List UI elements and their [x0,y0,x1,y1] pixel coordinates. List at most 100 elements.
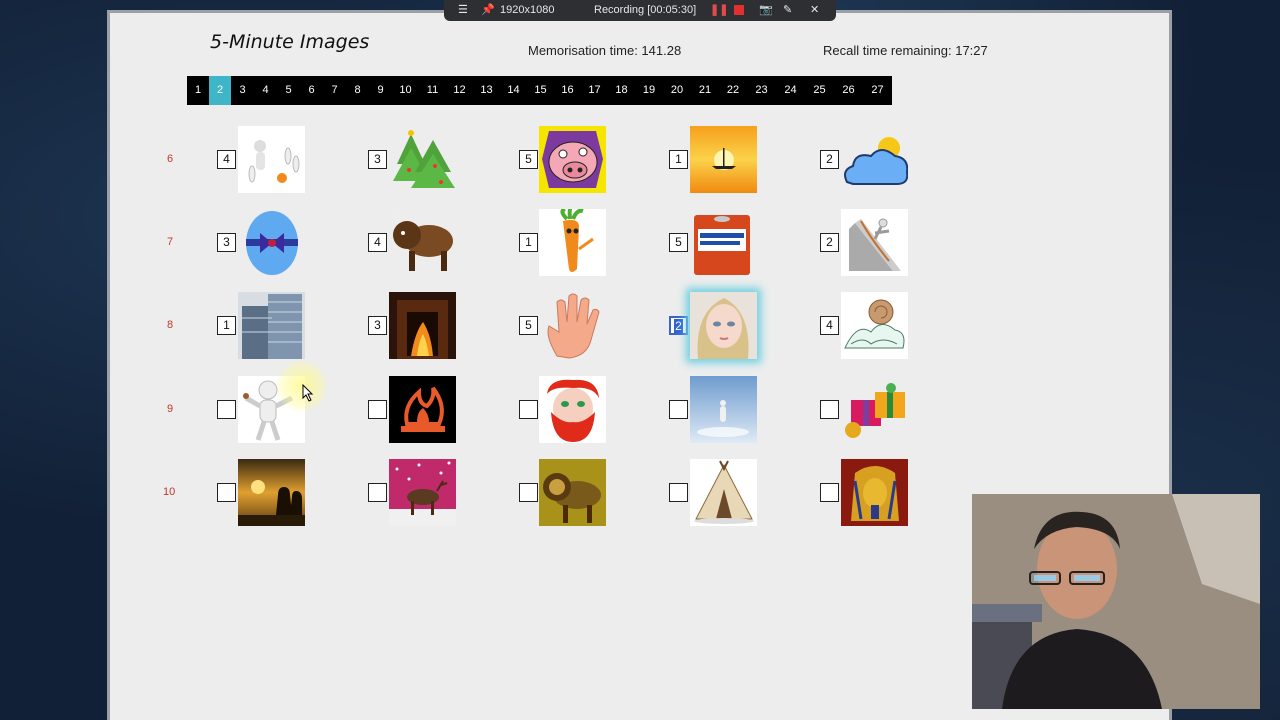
page-tab-13[interactable]: 13 [473,76,500,105]
page-tab-20[interactable]: 20 [663,76,691,105]
page-tab-26[interactable]: 26 [834,76,863,105]
easter-egg-icon[interactable] [238,209,305,276]
page-tab-23[interactable]: 23 [747,76,776,105]
order-input[interactable]: 4 [368,233,387,252]
figure-ramp-icon[interactable] [841,209,908,276]
page-tab-22[interactable]: 22 [719,76,747,105]
page-tab-17[interactable]: 17 [581,76,608,105]
page-tab-25[interactable]: 25 [805,76,834,105]
page-tab-9[interactable]: 9 [369,76,392,105]
page-tab-27[interactable]: 27 [863,76,892,105]
close-icon[interactable]: ✕ [810,0,819,21]
page-tab-7[interactable]: 7 [323,76,346,105]
page-tab-6[interactable]: 6 [300,76,323,105]
order-input-value: 5 [675,235,682,249]
webcam-overlay [972,494,1260,709]
recording-toolbar: ☰ 📌 1920x1080 Recording [00:05:30] ❚❚ 📷 … [444,0,836,21]
pharaoh-mask-icon[interactable] [841,459,908,526]
row-label: 7 [167,236,174,248]
order-input[interactable]: 2 [669,316,688,335]
motor-oil-can-icon[interactable] [690,209,757,276]
page-tab-21[interactable]: 21 [691,76,719,105]
christmas-tree-icon[interactable] [389,126,456,193]
mouse-cursor-icon [302,384,314,402]
order-input[interactable] [820,400,839,419]
order-input[interactable] [820,483,839,502]
bison-icon[interactable] [389,209,456,276]
sun-cloud-icon[interactable] [841,126,908,193]
order-input[interactable]: 3 [217,233,236,252]
order-input[interactable]: 3 [368,150,387,169]
order-input[interactable] [368,400,387,419]
recording-status: Recording [00:05:30] [594,4,697,16]
row-label: 9 [167,403,174,415]
flame-logo-icon[interactable] [389,376,456,443]
teepee-icon[interactable] [690,459,757,526]
red-beard-man-icon[interactable] [539,376,606,443]
page-tab-10[interactable]: 10 [392,76,419,105]
order-input[interactable]: 2 [820,233,839,252]
page-tab-19[interactable]: 19 [635,76,663,105]
page-tab-4[interactable]: 4 [254,76,277,105]
order-input-value: 1 [223,318,230,332]
order-input-value: 1 [675,152,682,166]
skyscraper-icon[interactable] [238,292,305,359]
pig-face-icon[interactable] [539,126,606,193]
row-label: 10 [163,486,176,498]
snail-wave-icon[interactable] [841,292,908,359]
order-input[interactable]: 4 [217,150,236,169]
page-tab-12[interactable]: 12 [446,76,473,105]
order-input[interactable] [669,400,688,419]
order-input[interactable] [519,400,538,419]
gift-boxes-icon[interactable] [841,376,908,443]
order-input-value: 3 [223,235,230,249]
order-input-value: 4 [223,152,230,166]
page-tab-8[interactable]: 8 [346,76,369,105]
order-input[interactable]: 3 [368,316,387,335]
open-hand-icon[interactable] [539,292,606,359]
sunset-couple-icon[interactable] [238,459,305,526]
page-tab-5[interactable]: 5 [277,76,300,105]
order-input[interactable] [368,483,387,502]
page-tab-16[interactable]: 16 [554,76,581,105]
page-tab-14[interactable]: 14 [500,76,527,105]
row-label: 8 [167,319,174,331]
page-tab-11[interactable]: 11 [419,76,446,105]
order-input-value: 2 [674,319,683,333]
order-input-value: 5 [525,318,532,332]
camera-icon[interactable]: 📷 [759,0,773,21]
pen-icon[interactable]: ✎ [783,0,792,21]
page-tab-2[interactable]: 2 [209,76,231,105]
page-tab-18[interactable]: 18 [608,76,635,105]
sky-figure-icon[interactable] [690,376,757,443]
order-input-value: 5 [525,152,532,166]
order-input[interactable] [217,400,236,419]
carrot-character-icon[interactable] [539,209,606,276]
order-input[interactable]: 5 [519,316,538,335]
page-tab-1[interactable]: 1 [187,76,209,105]
page-tab-24[interactable]: 24 [776,76,805,105]
pause-icon[interactable]: ❚❚ [710,0,728,21]
order-input[interactable] [217,483,236,502]
stop-icon[interactable] [734,0,744,21]
order-input[interactable]: 5 [669,233,688,252]
order-input[interactable]: 1 [669,150,688,169]
pin-icon[interactable]: 📌 [481,0,495,21]
order-input[interactable]: 5 [519,150,538,169]
order-input[interactable] [519,483,538,502]
order-input[interactable]: 1 [217,316,236,335]
bowling-figure-icon[interactable] [238,126,305,193]
order-input[interactable]: 4 [820,316,839,335]
page-tab-15[interactable]: 15 [527,76,554,105]
order-input[interactable] [669,483,688,502]
lion-painting-icon[interactable] [539,459,606,526]
order-input[interactable]: 1 [519,233,538,252]
reindeer-icon[interactable] [389,459,456,526]
page-title: 5-Minute Images [210,31,370,53]
sunset-boat-icon[interactable] [690,126,757,193]
fireplace-hall-icon[interactable] [389,292,456,359]
order-input[interactable]: 2 [820,150,839,169]
menu-icon[interactable]: ☰ [458,0,468,21]
doll-face-icon[interactable] [690,292,757,359]
page-tab-3[interactable]: 3 [231,76,254,105]
